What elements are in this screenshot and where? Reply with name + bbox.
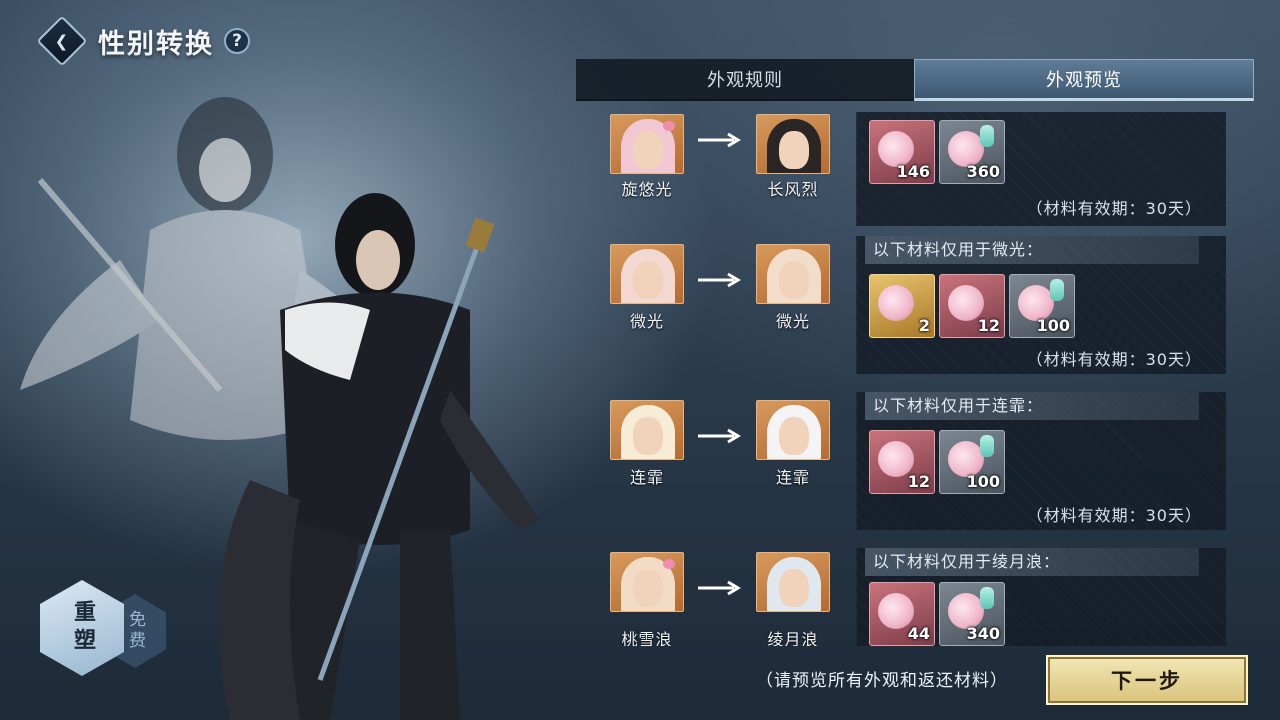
- material-item[interactable]: 12: [939, 274, 1005, 338]
- material-item[interactable]: 2: [869, 274, 935, 338]
- tab-bar: 外观规则 外观预览: [576, 59, 1254, 101]
- back-arrow-glyph: ❮: [55, 31, 69, 51]
- reshape-label: 重塑: [70, 600, 95, 656]
- target-hairstyle-icon: [756, 244, 830, 304]
- material-item[interactable]: 100: [1009, 274, 1075, 338]
- target-hairstyle-name: 连霏: [775, 468, 810, 487]
- source-hairstyle-name: 连霏: [629, 468, 664, 487]
- material-quantity: 12: [977, 316, 1000, 335]
- source-hairstyle-name: 桃雪浪: [621, 630, 673, 646]
- next-step-button[interactable]: 下一步: [1046, 655, 1248, 705]
- material-item[interactable]: 12: [869, 430, 935, 494]
- free-label-text: 免费: [125, 610, 145, 652]
- material-item[interactable]: 146: [869, 120, 935, 184]
- material-quantity: 44: [907, 624, 930, 643]
- source-hairstyle-icon: [610, 552, 684, 612]
- material-quantity: 100: [1036, 316, 1070, 335]
- material-item[interactable]: 44: [869, 582, 935, 646]
- arrow-right-icon: [698, 580, 741, 596]
- material-quantity: 340: [966, 624, 1000, 643]
- page-header: ❮ 性别转换 ?: [36, 15, 250, 67]
- arrow-right-icon: [698, 132, 741, 148]
- material-items: 12 100: [869, 430, 1005, 494]
- materials-panel: 以下材料仅用于微光： 2 12 100 （材料有效期：30天）: [856, 236, 1226, 374]
- validity-text: （材料有效期：30天）: [1026, 199, 1202, 218]
- materials-panel: 146 360 （材料有效期：30天）: [856, 112, 1226, 226]
- material-quantity: 100: [966, 472, 1000, 491]
- material-items: 2 12 100: [869, 274, 1075, 338]
- target-hairstyle-icon: [756, 114, 830, 174]
- reshape-badge[interactable]: 免费 重塑: [36, 576, 176, 686]
- validity-text: （材料有效期：30天）: [1026, 506, 1202, 525]
- conversion-row: 连霏 连霏 以下材料仅用于连霏： 12 100 （材料有效期：30天）: [600, 392, 1230, 532]
- tab-appearance-preview[interactable]: 外观预览: [914, 59, 1254, 101]
- source-hairstyle-icon: [610, 114, 684, 174]
- material-items: 146 360: [869, 120, 1005, 184]
- target-hairstyle-icon: [756, 400, 830, 460]
- materials-panel: 以下材料仅用于绫月浪： 44 340: [856, 548, 1226, 646]
- source-hairstyle-name: 旋悠光: [621, 180, 673, 199]
- materials-header: 以下材料仅用于连霏：: [865, 392, 1199, 420]
- conversion-row: 微光 微光 以下材料仅用于微光： 2 12 100 （材料有效期：30天）: [600, 236, 1230, 376]
- material-item[interactable]: 360: [939, 120, 1005, 184]
- target-hairstyle-icon: [756, 552, 830, 612]
- target-hairstyle-name: 绫月浪: [767, 630, 819, 646]
- conversion-row: 旋悠光 长风烈 146 360 （材料有效期：30天）: [600, 112, 1230, 226]
- source-hairstyle-icon: [610, 400, 684, 460]
- source-hairstyle-icon: [610, 244, 684, 304]
- material-items: 44 340: [869, 582, 1005, 646]
- source-hairstyle-name: 微光: [629, 312, 664, 331]
- page-title: 性别转换: [98, 28, 214, 60]
- target-hairstyle-name: 微光: [775, 312, 810, 331]
- material-quantity: 146: [896, 162, 930, 181]
- help-icon[interactable]: ?: [224, 28, 250, 54]
- free-label: 免费: [124, 610, 146, 652]
- material-quantity: 2: [918, 316, 930, 335]
- conversion-row: 桃雪浪 绫月浪 以下材料仅用于绫月浪： 44 340: [600, 548, 1230, 646]
- conversion-list[interactable]: 旋悠光 长风烈 146 360 （材料有效期：30天） 微光 微光 以下材料仅用…: [600, 112, 1230, 646]
- materials-header: 以下材料仅用于微光：: [865, 236, 1199, 264]
- material-quantity: 12: [907, 472, 930, 491]
- material-item[interactable]: 100: [939, 430, 1005, 494]
- arrow-right-icon: [698, 428, 741, 444]
- arrow-right-icon: [698, 272, 741, 288]
- reshape-button[interactable]: 重塑: [40, 580, 124, 676]
- materials-panel: 以下材料仅用于连霏： 12 100 （材料有效期：30天）: [856, 392, 1226, 530]
- back-icon[interactable]: ❮: [36, 15, 88, 67]
- target-hairstyle-name: 长风烈: [767, 180, 819, 199]
- materials-header: 以下材料仅用于绫月浪：: [865, 548, 1199, 576]
- material-item[interactable]: 340: [939, 582, 1005, 646]
- material-quantity: 360: [966, 162, 1000, 181]
- tab-appearance-rules[interactable]: 外观规则: [576, 59, 914, 101]
- validity-text: （材料有效期：30天）: [1026, 350, 1202, 369]
- preview-hint: （请预览所有外观和返还材料）: [756, 671, 1008, 691]
